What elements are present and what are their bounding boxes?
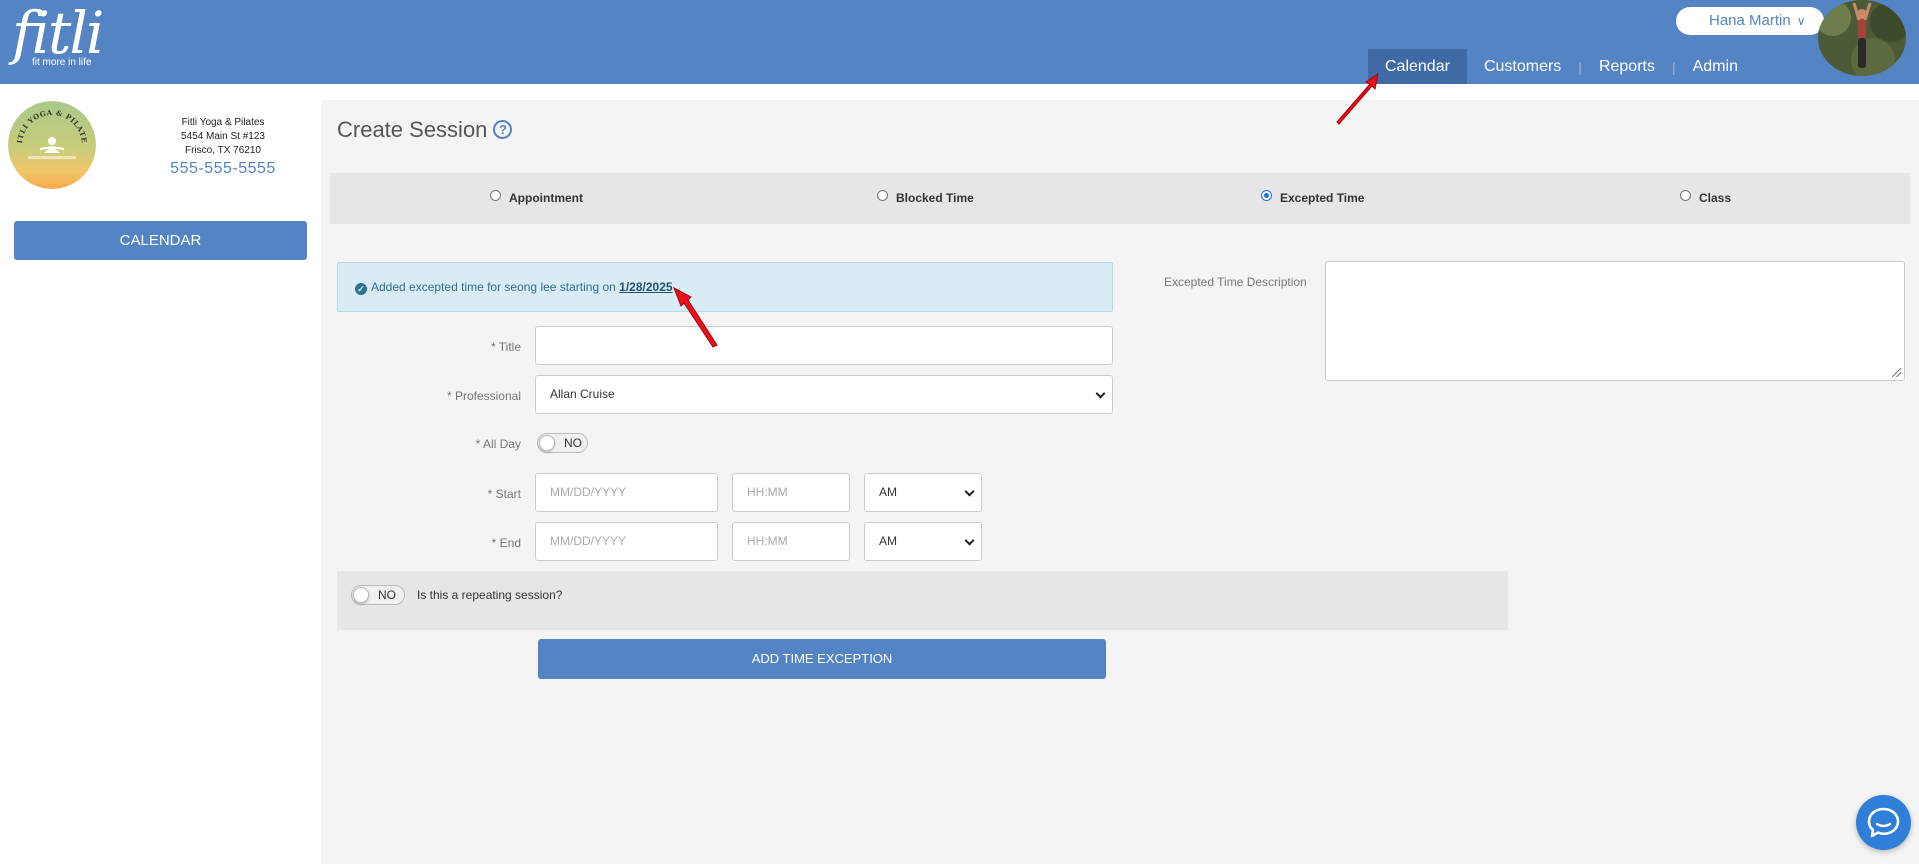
repeat-toggle[interactable]: NO	[351, 585, 405, 605]
end-label: * End	[491, 536, 521, 550]
chevron-down-icon	[964, 486, 975, 497]
nav-calendar[interactable]: Calendar	[1368, 49, 1467, 84]
studio-info: Fitli Yoga & Pilates 5454 Main St #123 F…	[160, 116, 286, 180]
avatar[interactable]	[1818, 0, 1906, 76]
radio-circle-icon[interactable]	[490, 190, 501, 201]
add-time-exception-button[interactable]: ADD TIME EXCEPTION	[538, 639, 1106, 679]
question-circle-icon[interactable]: ?	[493, 120, 513, 139]
professional-select[interactable]: Allan Cruise	[535, 375, 1113, 414]
end-date-input[interactable]: MM/DD/YYYY	[535, 522, 718, 561]
toggle-knob	[353, 587, 369, 603]
chevron-down-icon: ∨	[1796, 14, 1806, 28]
end-ampm-value: AM	[879, 534, 897, 548]
page-title: Create Session?	[337, 117, 513, 143]
alert-message: Added excepted time for seong lee starti…	[371, 280, 616, 294]
radio-excepted-time-label: Excepted Time	[1280, 191, 1365, 205]
nav-reports[interactable]: Reports	[1582, 49, 1672, 84]
nav-customers[interactable]: Customers	[1467, 49, 1578, 84]
description-textarea[interactable]	[1325, 261, 1905, 381]
radio-excepted-time[interactable]: Excepted Time	[1261, 190, 1365, 205]
nav-admin[interactable]: Admin	[1676, 49, 1755, 84]
radio-circle-icon[interactable]	[877, 190, 888, 201]
user-name: Hana Martin	[1709, 12, 1791, 29]
all-day-label: * All Day	[475, 437, 521, 451]
repeat-toggle-label: NO	[378, 588, 396, 602]
studio-address-line1: 5454 Main St #123	[181, 131, 265, 142]
main-nav: Calendar Customers | Reports | Admin	[1368, 49, 1755, 84]
repeat-question: Is this a repeating session?	[417, 588, 563, 602]
fitli-logo[interactable]: fitli fit more in life	[12, 0, 104, 68]
start-label: * Start	[487, 487, 521, 501]
radio-class[interactable]: Class	[1680, 190, 1732, 205]
start-time-input[interactable]: HH:MM	[732, 473, 850, 512]
calendar-button[interactable]: CALENDAR	[14, 221, 307, 260]
radio-blocked-time-label: Blocked Time	[896, 191, 974, 205]
studio-address-line2: Frisco, TX 76210	[185, 145, 261, 156]
title-input[interactable]	[535, 326, 1113, 365]
description-label: Excepted Time Description	[1164, 275, 1307, 289]
session-type-bar: Appointment Blocked Time Excepted Time C…	[330, 173, 1910, 224]
avatar-photo	[1818, 0, 1906, 76]
radio-appointment-label: Appointment	[509, 191, 583, 205]
chevron-down-icon	[1095, 388, 1106, 399]
radio-blocked-time[interactable]: Blocked Time	[877, 190, 974, 205]
chat-button[interactable]	[1856, 795, 1911, 850]
user-menu[interactable]: Hana Martin ∨	[1676, 7, 1824, 35]
toggle-knob	[539, 435, 555, 451]
title-label: * Title	[490, 340, 521, 354]
start-ampm-value: AM	[879, 485, 897, 499]
resize-handle-icon[interactable]	[1892, 368, 1901, 377]
check-circle-icon: ✓	[355, 283, 367, 295]
all-day-toggle[interactable]: NO	[537, 433, 588, 453]
start-date-input[interactable]: MM/DD/YYYY	[535, 473, 718, 512]
radio-appointment[interactable]: Appointment	[490, 190, 583, 205]
end-time-input[interactable]: HH:MM	[732, 522, 850, 561]
success-alert: ✓ Added excepted time for seong lee start…	[337, 262, 1113, 312]
top-header: fitli fit more in life Hana Martin ∨ Cale…	[0, 0, 1919, 84]
studio-phone[interactable]: 555-555-5555	[160, 158, 286, 180]
professional-value: Allan Cruise	[550, 387, 615, 401]
logo-wordmark: fitli	[12, 0, 104, 67]
start-ampm-select[interactable]: AM	[864, 473, 982, 512]
radio-checked-icon[interactable]	[1261, 190, 1272, 201]
studio-logo: FITLI YOGA & PILATES	[8, 101, 96, 189]
radio-class-label: Class	[1699, 191, 1732, 205]
alert-date-link[interactable]: 1/28/2025	[619, 280, 672, 294]
chevron-down-icon	[964, 535, 975, 546]
radio-circle-icon[interactable]	[1680, 190, 1691, 201]
professional-label: * Professional	[446, 389, 521, 403]
studio-name: Fitli Yoga & Pilates	[181, 117, 265, 128]
page-title-text: Create Session	[337, 117, 488, 142]
chat-bubble-icon	[1867, 807, 1900, 838]
end-ampm-select[interactable]: AM	[864, 522, 982, 561]
logo-tagline: fit more in life	[32, 57, 92, 68]
all-day-toggle-label: NO	[564, 436, 582, 450]
